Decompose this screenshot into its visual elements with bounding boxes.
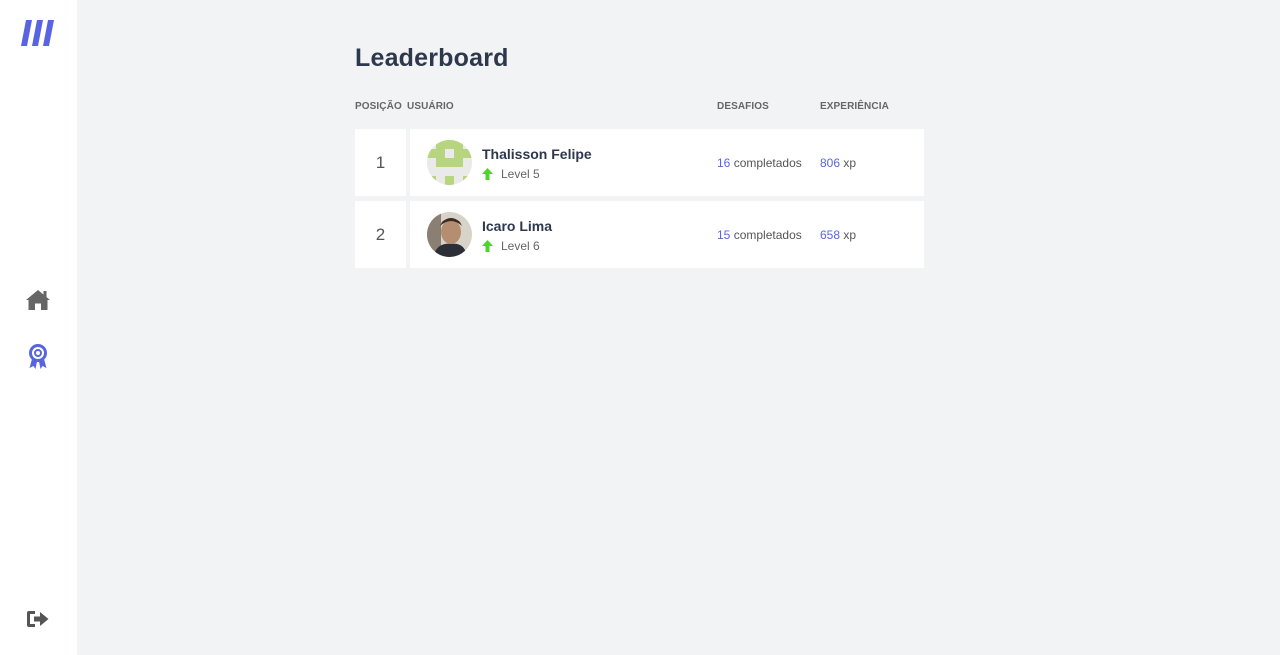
sidebar — [0, 0, 77, 655]
logout-button[interactable] — [22, 603, 54, 635]
challenges-stat: 16 completados — [717, 156, 802, 170]
xp-value: 806 — [820, 156, 841, 170]
level-label: Level 5 — [501, 167, 540, 181]
header-user: USUÁRIO — [407, 101, 454, 112]
position-cell: 1 — [355, 129, 406, 196]
challenges-suffix: completados — [733, 228, 802, 242]
user-cell: Icaro Lima Level 6 15 completados 658 xp — [410, 201, 924, 268]
challenges-stat: 15 completados — [717, 228, 802, 242]
user-cell: Thalisson Felipe Level 5 16 completados … — [410, 129, 924, 196]
user-level: Level 6 — [482, 239, 540, 253]
moveit-logo-icon[interactable] — [21, 20, 55, 50]
level-up-icon — [482, 240, 493, 252]
xp-stat: 806 xp — [820, 156, 856, 170]
level-up-icon — [482, 168, 493, 180]
home-icon — [26, 290, 50, 310]
xp-suffix: xp — [843, 228, 857, 242]
leaderboard-button[interactable] — [22, 341, 54, 373]
user-name: Thalisson Felipe — [482, 146, 592, 162]
page-title: Leaderboard — [355, 44, 509, 72]
user-level: Level 5 — [482, 167, 540, 181]
table-row: 2 Icaro Lima Level 6 15 completados 658 … — [355, 201, 924, 268]
header-challenges: DESAFIOS — [717, 101, 769, 112]
position-cell: 2 — [355, 201, 406, 268]
header-experience: EXPERIÊNCIA — [820, 101, 889, 112]
xp-stat: 658 xp — [820, 228, 856, 242]
avatar — [427, 212, 472, 257]
challenges-count: 15 — [717, 228, 731, 242]
award-icon — [29, 344, 47, 369]
xp-value: 658 — [820, 228, 841, 242]
level-label: Level 6 — [501, 239, 540, 253]
logout-icon — [27, 611, 49, 627]
header-position: POSIÇÃO — [355, 101, 402, 112]
avatar — [427, 140, 472, 185]
home-button[interactable] — [22, 284, 54, 316]
table-row: 1 Thalisson Felipe Level 5 16 completado… — [355, 129, 924, 196]
challenges-suffix: completados — [733, 156, 802, 170]
challenges-count: 16 — [717, 156, 731, 170]
user-name: Icaro Lima — [482, 218, 553, 234]
xp-suffix: xp — [843, 156, 857, 170]
